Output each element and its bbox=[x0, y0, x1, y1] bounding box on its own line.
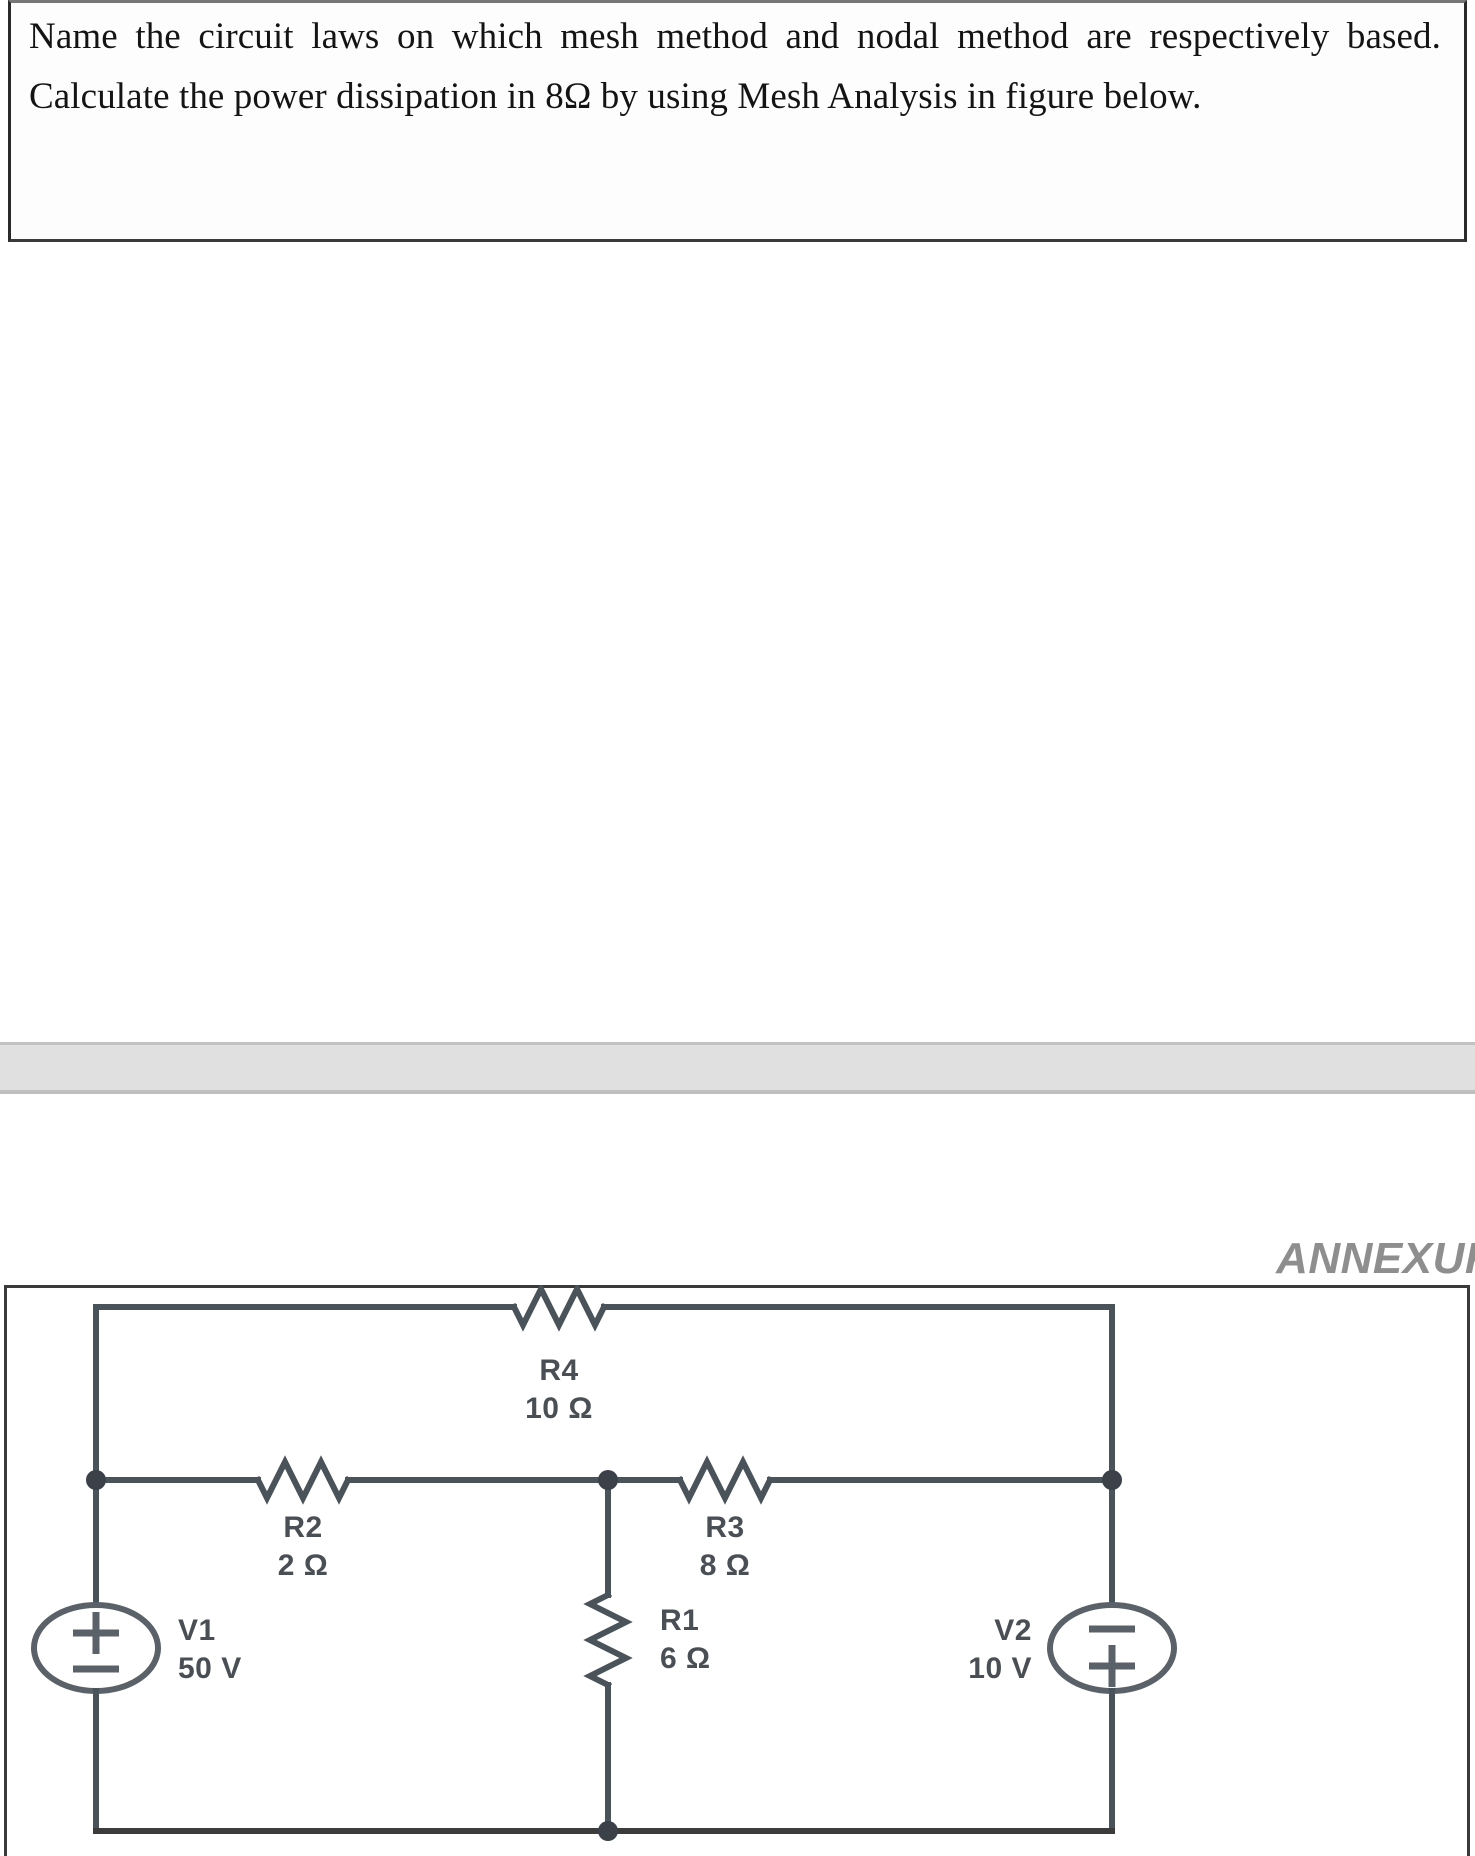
question-text: Name the circuit laws on which mesh meth… bbox=[29, 16, 1441, 117]
resistor-r4-name: R4 bbox=[539, 1354, 578, 1387]
node-dot-center-bottom bbox=[598, 1821, 618, 1841]
resistor-r1-value: 6 Ω bbox=[660, 1642, 711, 1675]
resistor-r3-symbol bbox=[675, 1455, 775, 1505]
question-box: Name the circuit laws on which mesh meth… bbox=[8, 0, 1467, 242]
section-separator-band bbox=[0, 1042, 1475, 1094]
annexure-heading: ANNEXURE bbox=[1100, 1234, 1475, 1286]
node-dot-center-top bbox=[598, 1470, 618, 1490]
resistor-r2-name: R2 bbox=[283, 1511, 322, 1544]
resistor-r3-value: 8 Ω bbox=[700, 1549, 751, 1582]
circuit-diagram: R4 10 Ω R2 2 Ω R3 8 Ω R1 6 Ω V1 50 V V2 … bbox=[0, 1285, 1250, 1856]
resistor-r4-symbol bbox=[509, 1285, 609, 1332]
voltage-source-v1-name: V1 bbox=[178, 1614, 216, 1647]
resistor-r3-name: R3 bbox=[705, 1511, 744, 1544]
voltage-source-v2-name: V2 bbox=[994, 1614, 1032, 1647]
resistor-r2-symbol bbox=[253, 1455, 353, 1505]
resistor-r1-symbol bbox=[583, 1590, 633, 1690]
resistor-r1-name: R1 bbox=[660, 1604, 699, 1637]
voltage-source-v2-value: 10 V bbox=[968, 1652, 1032, 1685]
voltage-source-v1-value: 50 V bbox=[178, 1652, 242, 1685]
node-dot-left bbox=[86, 1470, 106, 1490]
resistor-r2-value: 2 Ω bbox=[278, 1549, 329, 1582]
resistor-r4-value: 10 Ω bbox=[525, 1392, 593, 1425]
annexure-heading-label: ANNEXURE bbox=[1276, 1234, 1475, 1283]
node-dot-right bbox=[1102, 1470, 1122, 1490]
